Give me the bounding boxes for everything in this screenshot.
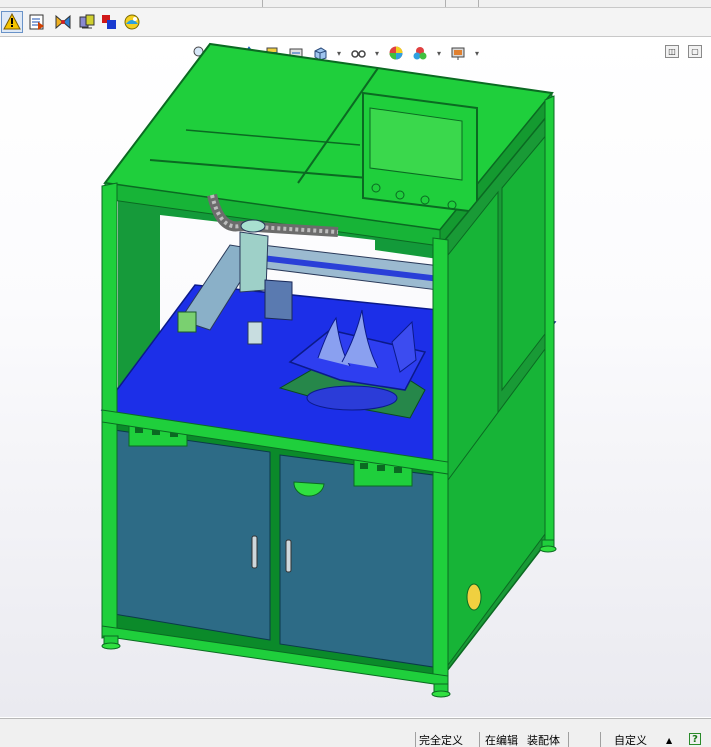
left-door (113, 429, 271, 641)
rebuild-warning-button[interactable] (1, 11, 23, 33)
assembly-button[interactable] (76, 11, 98, 33)
tool-head (264, 279, 293, 321)
units-selector[interactable]: 自定义 (614, 734, 647, 747)
materials-icon (55, 14, 71, 30)
rotary-table (306, 385, 398, 411)
configuration-icon (29, 14, 44, 30)
scene-button[interactable] (121, 11, 143, 33)
frame-post-back-right (544, 95, 555, 546)
appearance-button[interactable] (98, 11, 120, 33)
foot-pad (431, 690, 451, 698)
feature-manager-toolbar (0, 8, 711, 37)
3d-model-assembly[interactable] (0, 37, 711, 717)
appearance-icon (102, 15, 116, 29)
status-divider (479, 732, 480, 747)
status-divider (415, 732, 416, 747)
door-handle (251, 535, 258, 569)
status-document-type: 装配体 (527, 734, 560, 747)
nozzle (247, 321, 263, 345)
foot-pad (539, 545, 557, 553)
control-button (377, 465, 385, 471)
graphics-area[interactable]: ▾ ▾ ▾ ▾ ◫ ▢ (0, 37, 711, 717)
rebuild-warning-icon (3, 13, 21, 30)
scene-icon (124, 14, 140, 30)
title-divider (478, 0, 479, 7)
z-axis-motor (240, 219, 266, 233)
status-editing: 在编辑 (485, 734, 518, 747)
status-divider (600, 732, 601, 747)
status-definition: 完全定义 (419, 734, 463, 747)
status-divider (568, 732, 569, 747)
help-icon[interactable]: ? (689, 733, 701, 745)
hmi-screen (369, 107, 463, 181)
title-divider (445, 0, 446, 7)
foot-pad (101, 642, 121, 650)
units-arrow-icon[interactable]: ▲ (666, 734, 672, 747)
limit-switch (177, 311, 197, 333)
status-bar: 完全定义 在编辑 装配体 自定义 ▲ ? (0, 718, 711, 747)
door-handle (285, 539, 292, 573)
control-button (360, 463, 368, 469)
configuration-manager-button[interactable] (26, 11, 48, 33)
assembly-icon (79, 14, 95, 29)
title-divider (262, 0, 263, 7)
side-vent (466, 583, 482, 611)
title-strip (0, 0, 711, 8)
frame-post-front-right (432, 237, 449, 681)
control-button (394, 467, 402, 473)
z-axis-column (239, 231, 269, 293)
materials-button[interactable] (52, 11, 74, 33)
